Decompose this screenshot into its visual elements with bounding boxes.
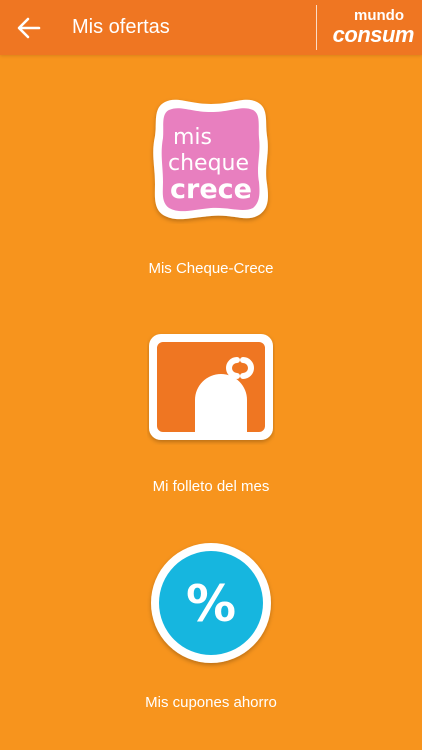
header-divider <box>316 5 317 50</box>
cheque-crece-icon: mis cheque crece <box>147 96 275 224</box>
menu-item-cheque-crece[interactable]: mis cheque crece Mis Cheque-Crece <box>0 96 422 286</box>
brand-top-text: mundo <box>354 7 404 24</box>
back-button[interactable] <box>12 11 46 45</box>
page-title: Mis ofertas <box>72 16 170 38</box>
cheque-line-2: cheque <box>168 151 249 176</box>
cheque-line-3: crece <box>170 174 252 205</box>
menu-item-folleto[interactable]: Mi folleto del mes <box>0 330 422 500</box>
cheque-line-1: mis <box>173 125 212 150</box>
mundo-consum-logo[interactable]: mundo consum <box>322 7 415 47</box>
brand-bottom-text: consum <box>332 22 415 47</box>
percent-symbol: % <box>186 575 236 633</box>
percent-coupon-icon: % <box>147 541 275 669</box>
app-header: Mis ofertas mundo consum <box>0 0 422 55</box>
folleto-icon <box>147 330 275 445</box>
arrow-left-icon <box>17 17 41 39</box>
menu-item-label: Mis Cheque-Crece <box>148 260 274 277</box>
menu-item-cupones[interactable]: % Mis cupones ahorro <box>0 541 422 716</box>
menu-item-label: Mis cupones ahorro <box>145 694 277 711</box>
menu-item-label: Mi folleto del mes <box>152 478 270 495</box>
